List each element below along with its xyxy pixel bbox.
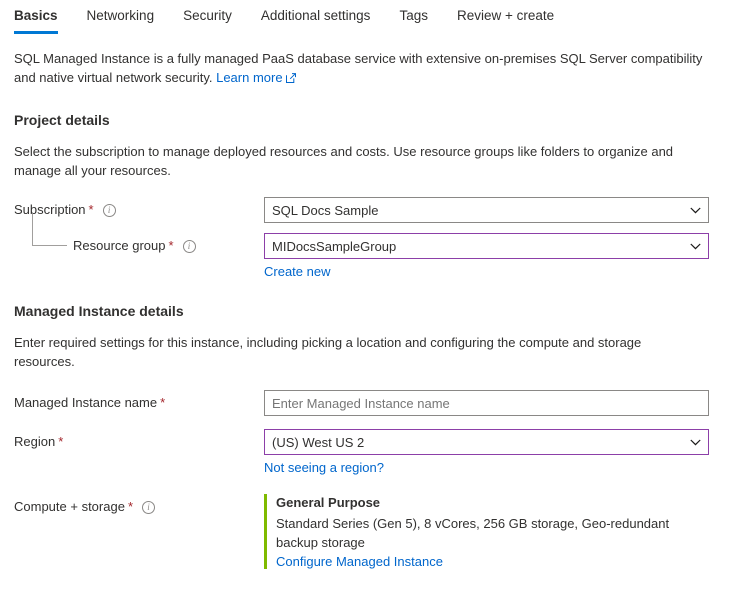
managed-instance-details-title: Managed Instance details bbox=[14, 303, 720, 319]
configure-managed-instance-link[interactable]: Configure Managed Instance bbox=[276, 554, 443, 569]
chevron-down-icon bbox=[688, 239, 702, 253]
resource-group-info-icon[interactable]: i bbox=[183, 240, 196, 253]
compute-storage-card: General Purpose Standard Series (Gen 5),… bbox=[264, 494, 714, 569]
learn-more-label: Learn more bbox=[216, 70, 282, 85]
tab-basics[interactable]: Basics bbox=[14, 0, 58, 34]
subscription-info-icon[interactable]: i bbox=[103, 204, 116, 217]
compute-storage-tier: General Purpose bbox=[276, 494, 714, 512]
subscription-label: Subscription* i bbox=[14, 197, 264, 219]
compute-storage-label: Compute + storage* i bbox=[14, 494, 264, 516]
region-required-asterisk: * bbox=[58, 433, 63, 451]
region-field: (US) West US 2 Not seeing a region? bbox=[264, 429, 720, 475]
compute-storage-label-text: Compute + storage bbox=[14, 498, 125, 516]
tab-additional-settings[interactable]: Additional settings bbox=[261, 0, 385, 34]
instance-name-row: Managed Instance name* Enter Managed Ins… bbox=[14, 390, 720, 416]
instance-name-input-wrapper[interactable]: Enter Managed Instance name bbox=[264, 390, 709, 416]
resource-group-row: Resource group* i MIDocsSampleGroup Crea… bbox=[14, 233, 720, 279]
subscription-required-asterisk: * bbox=[89, 201, 94, 219]
region-label: Region* bbox=[14, 429, 264, 451]
instance-name-label-text: Managed Instance name bbox=[14, 394, 157, 412]
tab-security-label: Security bbox=[183, 8, 232, 23]
subscription-value: SQL Docs Sample bbox=[272, 203, 688, 218]
compute-storage-field: General Purpose Standard Series (Gen 5),… bbox=[264, 494, 720, 569]
intro-paragraph: SQL Managed Instance is a fully managed … bbox=[14, 49, 704, 88]
compute-storage-required-asterisk: * bbox=[128, 498, 133, 516]
instance-name-label: Managed Instance name* bbox=[14, 390, 264, 412]
managed-instance-details-description: Enter required settings for this instanc… bbox=[14, 333, 694, 371]
tab-security[interactable]: Security bbox=[183, 0, 246, 34]
tab-networking[interactable]: Networking bbox=[87, 0, 169, 34]
resource-group-label: Resource group* i bbox=[14, 233, 264, 255]
project-details-description: Select the subscription to manage deploy… bbox=[14, 142, 694, 180]
subscription-label-text: Subscription bbox=[14, 201, 86, 219]
tab-basics-label: Basics bbox=[14, 8, 58, 23]
compute-storage-description: Standard Series (Gen 5), 8 vCores, 256 G… bbox=[276, 514, 714, 552]
region-row: Region* (US) West US 2 Not seeing a regi… bbox=[14, 429, 720, 475]
create-new-resource-group-link[interactable]: Create new bbox=[264, 264, 720, 279]
subscription-dropdown[interactable]: SQL Docs Sample bbox=[264, 197, 709, 223]
tab-tags-label: Tags bbox=[399, 8, 428, 23]
basics-form-content: SQL Managed Instance is a fully managed … bbox=[0, 49, 734, 569]
compute-storage-row: Compute + storage* i General Purpose Sta… bbox=[14, 494, 720, 569]
project-details-title: Project details bbox=[14, 112, 720, 128]
resource-group-field: MIDocsSampleGroup Create new bbox=[264, 233, 720, 279]
chevron-down-icon bbox=[688, 203, 702, 217]
resource-group-dropdown[interactable]: MIDocsSampleGroup bbox=[264, 233, 709, 259]
instance-name-required-asterisk: * bbox=[160, 394, 165, 412]
wizard-tab-bar: Basics Networking Security Additional se… bbox=[0, 0, 734, 38]
resource-group-label-text: Resource group bbox=[73, 237, 166, 255]
tab-review-create[interactable]: Review + create bbox=[457, 0, 568, 34]
not-seeing-a-region-link[interactable]: Not seeing a region? bbox=[264, 460, 720, 475]
external-link-icon bbox=[286, 69, 296, 88]
region-label-text: Region bbox=[14, 433, 55, 451]
compute-storage-info-icon[interactable]: i bbox=[142, 501, 155, 514]
region-dropdown[interactable]: (US) West US 2 bbox=[264, 429, 709, 455]
tab-networking-label: Networking bbox=[87, 8, 155, 23]
region-value: (US) West US 2 bbox=[272, 435, 688, 450]
intro-text: SQL Managed Instance is a fully managed … bbox=[14, 51, 702, 85]
resource-group-required-asterisk: * bbox=[169, 237, 174, 255]
subscription-row: Subscription* i SQL Docs Sample bbox=[14, 197, 720, 223]
tab-tags[interactable]: Tags bbox=[399, 0, 442, 34]
tab-review-create-label: Review + create bbox=[457, 8, 554, 23]
subscription-field: SQL Docs Sample bbox=[264, 197, 720, 223]
resource-group-value: MIDocsSampleGroup bbox=[272, 239, 688, 254]
tab-additional-settings-label: Additional settings bbox=[261, 8, 371, 23]
instance-name-input[interactable]: Enter Managed Instance name bbox=[272, 396, 702, 411]
learn-more-link[interactable]: Learn more bbox=[216, 70, 282, 85]
chevron-down-icon bbox=[688, 435, 702, 449]
instance-name-field: Enter Managed Instance name bbox=[264, 390, 720, 416]
